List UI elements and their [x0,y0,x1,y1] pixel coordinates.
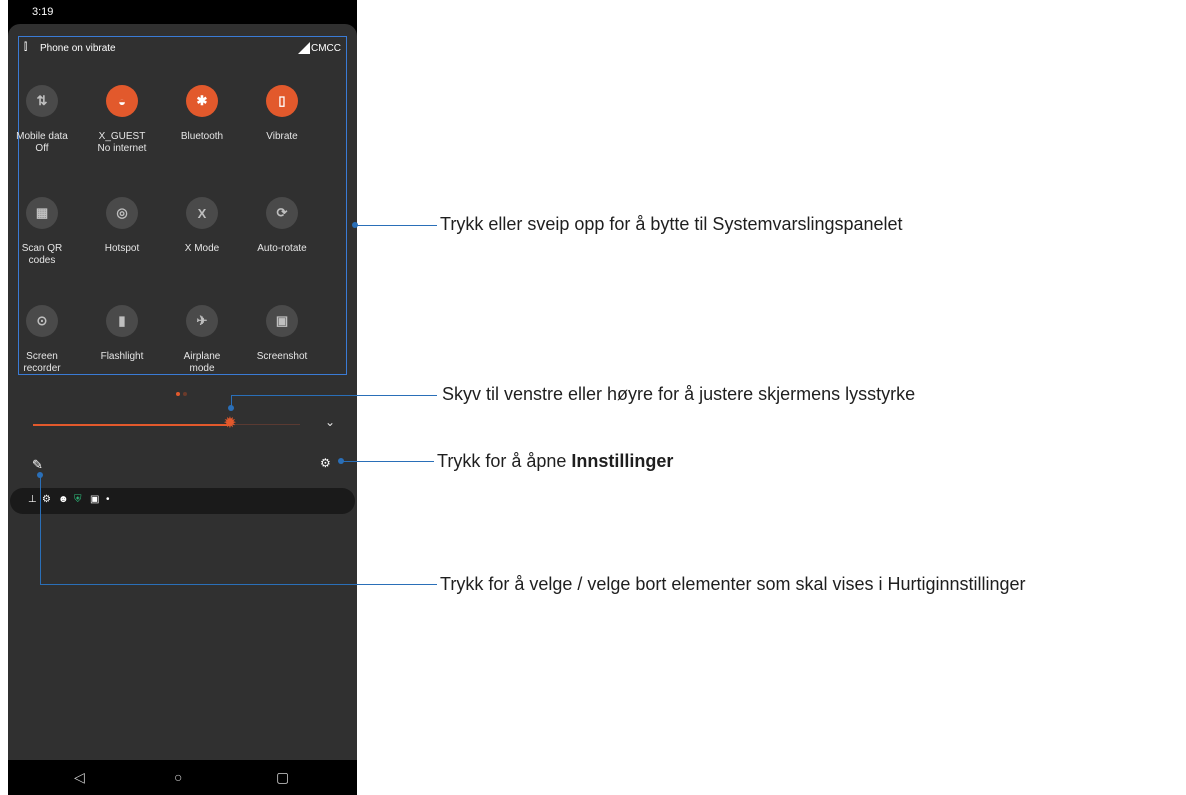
qs-tile-data-arrows[interactable]: ⇅ Mobile data Off [8,85,82,175]
screenshot-icon: ▣ [266,305,298,337]
dot-icon: • [106,494,110,505]
qs-tile-label: Flashlight [100,351,144,362]
qs-tile-bluetooth[interactable]: ✱ Bluetooth [162,85,242,175]
qs-tile-screenshot[interactable]: ▣ Screenshot [242,305,322,395]
callout-line-brightness-v [231,395,232,408]
callout-settings-bold: Innstillinger [571,451,674,471]
bluetooth-icon: ✱ [186,85,218,117]
flashlight-icon: ▮ [106,305,138,337]
auto-rotate-icon: ⟳ [266,197,298,229]
callout-line-panel [357,225,437,226]
callout-edit: Trykk for å velge / velge bort elementer… [440,574,1026,594]
qs-tile-label: Mobile data Off [16,131,68,154]
qs-tile-flashlight[interactable]: ▮ Flashlight [82,305,162,395]
hotspot-icon: ◎ [106,197,138,229]
vibrate-icon: ⫿ [24,42,28,53]
gear-icon[interactable]: ⚙ [320,456,331,470]
back-icon[interactable]: ◁ [74,769,85,786]
qs-tile-label: Scan QR codes [21,243,63,266]
qs-tile-vibrate[interactable]: ▯ Vibrate [242,85,322,175]
qs-tile-label: Auto-rotate [257,243,307,254]
phone-screen: 3:19 ⫿ Phone on vibrate CMCC ⇅ Mobile dat… [8,0,357,795]
qr-code-icon: ▦ [26,197,58,229]
qs-tile-label: Vibrate [266,131,298,142]
vibrate-icon: ▯ [266,85,298,117]
notification-icon-strip[interactable]: ⊥ ⚙ ☻ ⛨ ▣ • [10,488,355,514]
user-icon: ☻ [58,494,69,505]
callout-settings-prefix: Trykk for å åpne [437,451,572,471]
qs-tile-x-mode[interactable]: X X Mode [162,197,242,287]
qs-tile-auto-rotate[interactable]: ⟳ Auto-rotate [242,197,322,287]
pencil-icon[interactable]: ✎ [32,457,43,473]
qs-tile-hotspot[interactable]: ◎ Hotspot [82,197,162,287]
x-mode-icon: X [186,197,218,229]
airplane-icon: ✈ [186,305,218,337]
gear-icon: ⚙ [42,494,51,505]
notification-shade: ⫿ Phone on vibrate CMCC ⇅ Mobile data Off… [8,24,357,760]
callout-panel-switch: Trykk eller sveip opp for å bytte til Sy… [440,214,903,234]
image-icon: ▣ [90,494,100,505]
carrier-label: CMCC [311,43,341,54]
qs-tile-label: X Mode [184,243,220,254]
callout-line-settings [343,461,434,462]
brightness-icon[interactable]: ✹ [221,415,239,433]
qs-tile-label: X_GUEST No internet [97,131,147,154]
ringer-mode-label: Phone on vibrate [40,43,116,54]
signal-icon [298,42,310,54]
page-indicator [176,383,190,401]
data-arrows-icon: ⇅ [26,85,58,117]
wifi-off-icon: ◒ [106,85,138,117]
qs-tile-qr-code[interactable]: ▦ Scan QR codes [8,197,82,287]
callout-settings: Trykk for å åpne Innstillinger [437,451,673,472]
chevron-down-icon[interactable]: ⌄ [325,415,335,429]
page-dot [183,392,187,396]
callout-line-edit-v [40,475,41,585]
qs-tile-label: Hotspot [104,243,140,254]
qs-tile-airplane[interactable]: ✈ Airplane mode [162,305,242,395]
qs-tile-label: Bluetooth [180,131,224,142]
callout-brightness: Skyv til venstre eller høyre for å juste… [442,384,916,404]
brightness-track-empty [230,424,300,425]
page-dot [176,392,180,396]
quick-settings-panel[interactable]: ⫿ Phone on vibrate CMCC ⇅ Mobile data Off… [16,36,347,375]
screen-recorder-icon: ⊙ [26,305,58,337]
qs-tile-label: Screenshot [256,351,308,362]
home-icon[interactable]: ○ [174,769,182,785]
status-time: 3:19 [32,6,54,18]
callout-line-brightness-h [231,395,437,396]
brightness-track-filled [33,424,230,426]
qs-tile-label: Screen recorder [23,351,61,374]
pin-icon: ⊥ [28,494,37,505]
qs-header: ⫿ Phone on vibrate CMCC [19,42,346,56]
qs-tile-wifi-off[interactable]: ◒ X_GUEST No internet [82,85,162,175]
callout-line-edit-h [40,584,437,585]
recents-icon[interactable]: ▢ [276,769,289,786]
navigation-bar: ◁ ○ ▢ [8,760,357,795]
qs-tile-screen-recorder[interactable]: ⊙ Screen recorder [8,305,82,395]
qs-tile-label: Airplane mode [183,351,221,374]
shield-icon: ⛨ [74,494,82,505]
